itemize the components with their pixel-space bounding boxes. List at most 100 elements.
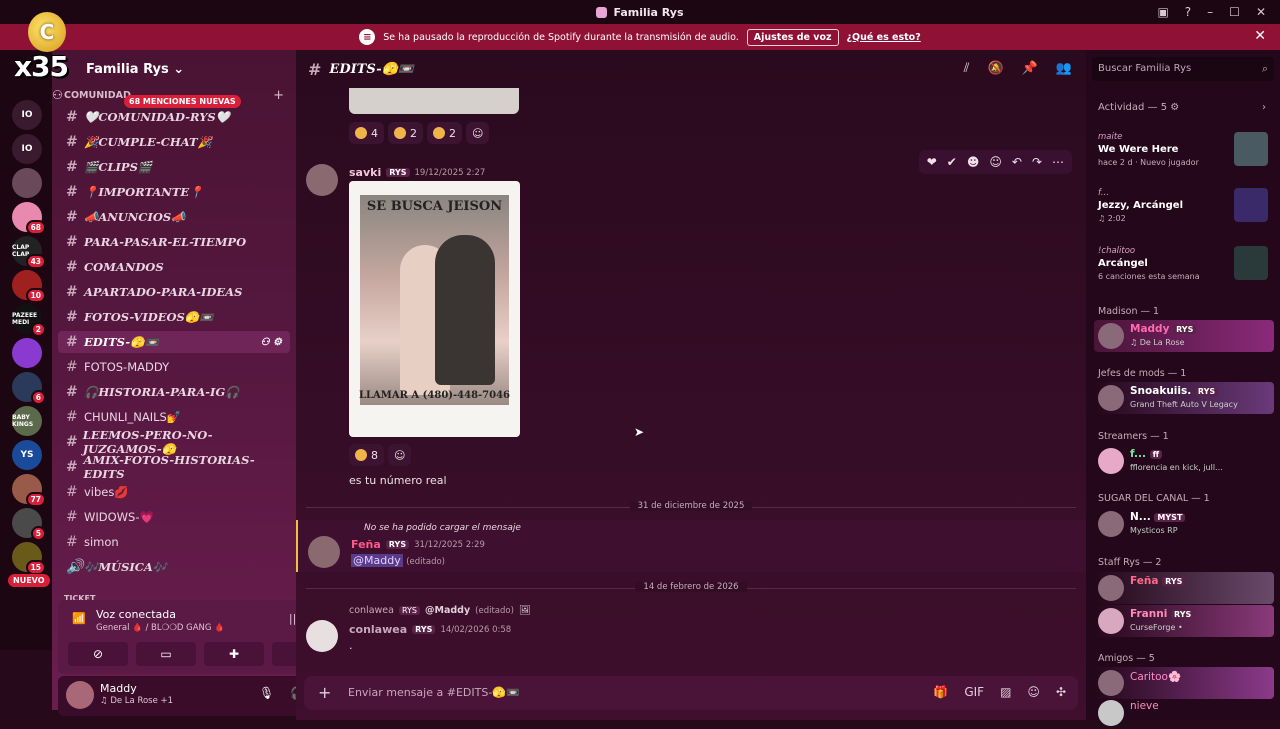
activity-card[interactable]: f... Jezzy, Arcángel ♫ 2:02 [1098, 188, 1274, 228]
screen-share-button[interactable]: ▭ [136, 642, 196, 666]
author-name[interactable]: savki [349, 166, 381, 179]
forward-icon[interactable]: ↷ [1032, 155, 1042, 169]
member-item[interactable]: nieve [1094, 697, 1274, 729]
close-banner-icon[interactable]: ✕ [1254, 28, 1266, 44]
more-icon[interactable]: ⋯ [1052, 155, 1064, 169]
reaction[interactable]: 8 [349, 444, 384, 466]
message-input[interactable]: Enviar mensaje a #EDITS-🫣📼 [348, 686, 520, 699]
voice-channel-name[interactable]: General 🩸 / BL❍❍D GANG 🩸 [96, 623, 225, 633]
image-attachment[interactable] [349, 88, 519, 114]
channel-item[interactable]: # LEEMOS-PERO-NO-JUZGAMOS-🫣 [58, 428, 290, 456]
apps-icon[interactable]: ✣ [1056, 685, 1066, 699]
heart-react-icon[interactable]: ❤ [927, 155, 937, 169]
guild-tag[interactable]: RYS [385, 540, 410, 549]
activity-card[interactable]: !chalitoo Arcángel 6 canciones esta sema… [1098, 246, 1274, 286]
channel-item[interactable]: # 🎬CLIPS🎬 [58, 156, 290, 178]
message-composer[interactable]: + Enviar mensaje a #EDITS-🫣📼 🎁 GIF ▨ ☺ ✣ [304, 676, 1078, 710]
category-label[interactable]: COMUNIDAD [64, 90, 131, 101]
channel-item-active[interactable]: # EDITS-🫣📼 ⚇ ⚙ [58, 331, 290, 353]
guild-tag[interactable]: RYS [386, 168, 410, 177]
reply-note[interactable]: No se ha podido cargar el mensaje [364, 523, 521, 533]
voice-settings-button[interactable]: Ajustes de voz [746, 28, 839, 46]
reaction[interactable]: 2 [427, 122, 462, 144]
channel-item[interactable]: # FOTOS-MADDY [58, 356, 290, 378]
user-mention[interactable]: @Maddy [351, 554, 403, 567]
server-icon[interactable]: BABY KINGS [12, 406, 42, 436]
server-header[interactable]: Familia Rys ⌄ [52, 50, 296, 88]
server-icon[interactable]: IO [12, 100, 42, 130]
add-member-icon[interactable]: ⚇ [52, 88, 63, 102]
inbox-icon[interactable]: ▣ [1157, 5, 1168, 19]
invite-settings-icons[interactable]: ⚇ ⚙ [261, 337, 282, 348]
maximize-button[interactable]: ☐ [1229, 5, 1240, 19]
pin-icon[interactable]: 📌 [1022, 61, 1038, 76]
microphone-icon[interactable]: 🎙 [259, 686, 274, 700]
notifications-muted-icon[interactable]: 🔕 [987, 61, 1003, 76]
search-input[interactable]: Buscar Familia Rys ⌕ [1092, 57, 1274, 81]
reply-preview[interactable]: conlawea RYS @Maddy (editado) 🖼 [349, 605, 531, 616]
channel-item[interactable]: # AMIX-FOTOS-HISTORIAS-EDITS [58, 453, 290, 481]
new-badge[interactable]: NUEVO [8, 574, 50, 587]
threads-icon[interactable]: ⫽ [964, 61, 970, 76]
check-react-icon[interactable]: ✔ [947, 155, 957, 169]
channel-item[interactable]: # 📣ANUNCIOS📣 [58, 206, 290, 228]
poster-image[interactable]: SE BUSCA JEISON LLAMAR A (480)-448-7046 [349, 181, 520, 437]
chevron-right-icon[interactable]: › [1262, 102, 1266, 113]
channel-item[interactable]: # WIDOWS-💗 [58, 506, 290, 528]
add-reaction-icon[interactable]: ☺ [989, 155, 1002, 169]
server-icon[interactable]: 6 [12, 372, 46, 405]
gift-icon[interactable]: 🎁 [933, 685, 948, 699]
voice-status[interactable]: Voz conectada [96, 608, 176, 621]
add-reaction-button[interactable]: ☺ [388, 444, 412, 466]
gif-icon[interactable]: GIF [964, 685, 984, 699]
help-icon[interactable]: ? [1185, 5, 1191, 19]
server-icon[interactable]: IO [12, 134, 42, 164]
activities-button[interactable]: ✚ [204, 642, 264, 666]
guild-tag[interactable]: RYS [412, 625, 436, 634]
plus-icon[interactable]: + [318, 683, 331, 702]
channel-item[interactable]: # 🎉CUMPLE-CHAT🎉 [58, 131, 290, 153]
server-icon[interactable]: YS [12, 440, 42, 470]
server-icon[interactable]: 5 [12, 508, 46, 541]
channel-item[interactable]: # simon [58, 531, 290, 553]
member-item[interactable]: f... ff fflorencia en kick, jull... [1094, 445, 1274, 477]
channel-item[interactable]: # vibes💋 [58, 481, 290, 503]
member-item[interactable]: Feña RYS [1094, 572, 1274, 604]
avatar[interactable] [306, 164, 338, 196]
close-button[interactable]: ✕ [1256, 5, 1266, 19]
add-reaction-button[interactable]: ☺ [466, 122, 490, 144]
reaction[interactable]: 4 [349, 122, 384, 144]
server-icon[interactable]: 10 [12, 270, 46, 303]
reaction[interactable]: 2 [388, 122, 423, 144]
reply-icon[interactable]: ↶ [1012, 155, 1022, 169]
sticker-icon[interactable]: ▨ [1000, 685, 1011, 699]
channel-item[interactable]: # 📍IMPORTANTE📍 [58, 181, 290, 203]
minimize-button[interactable]: – [1207, 5, 1213, 19]
what-is-this-link[interactable]: ¿Qué es esto? [847, 32, 921, 43]
member-item[interactable]: Maddy RYS ♫ De La Rose [1094, 320, 1274, 352]
author-name[interactable]: Feña [351, 538, 381, 551]
member-item[interactable]: Franni RYS CurseForge • [1094, 605, 1274, 637]
voice-channel-item[interactable]: 🔊 🎶MÚSICA🎶 [58, 556, 290, 578]
channel-item[interactable]: # APARTADO-PARA-IDEAS [58, 281, 290, 303]
server-icon[interactable]: 68 [12, 202, 46, 235]
server-icon[interactable] [12, 168, 42, 198]
channel-item[interactable]: # COMANDOS [58, 256, 290, 278]
channel-item[interactable]: # 🎧HISTORIA-PARA-IG🎧 [58, 381, 290, 403]
avatar[interactable] [66, 681, 94, 709]
channel-item[interactable]: # PARA-PASAR-EL-TIEMPO [58, 231, 290, 253]
emoji-icon[interactable]: ☺ [1027, 685, 1040, 699]
activity-card[interactable]: maite We Were Here hace 2 d · Nuevo juga… [1098, 132, 1274, 172]
members-icon[interactable]: 👥 [1056, 61, 1072, 76]
member-item[interactable]: Snoakuiis. RYS Grand Theft Auto V Legacy [1094, 382, 1274, 414]
server-icon[interactable]: 77 [12, 474, 46, 507]
server-icon[interactable] [12, 338, 42, 368]
avatar[interactable] [308, 536, 340, 568]
camera-off-button[interactable]: ⊘ [68, 642, 128, 666]
username[interactable]: Maddy [100, 682, 137, 695]
member-item[interactable]: N... MYST Mysticos RP [1094, 508, 1274, 540]
avatar[interactable] [306, 620, 338, 652]
channel-item[interactable]: # 🤍COMUNIDAD-RYS🤍 [58, 106, 290, 128]
server-icon[interactable]: 15 [12, 542, 46, 575]
add-channel-icon[interactable]: + [273, 88, 284, 103]
